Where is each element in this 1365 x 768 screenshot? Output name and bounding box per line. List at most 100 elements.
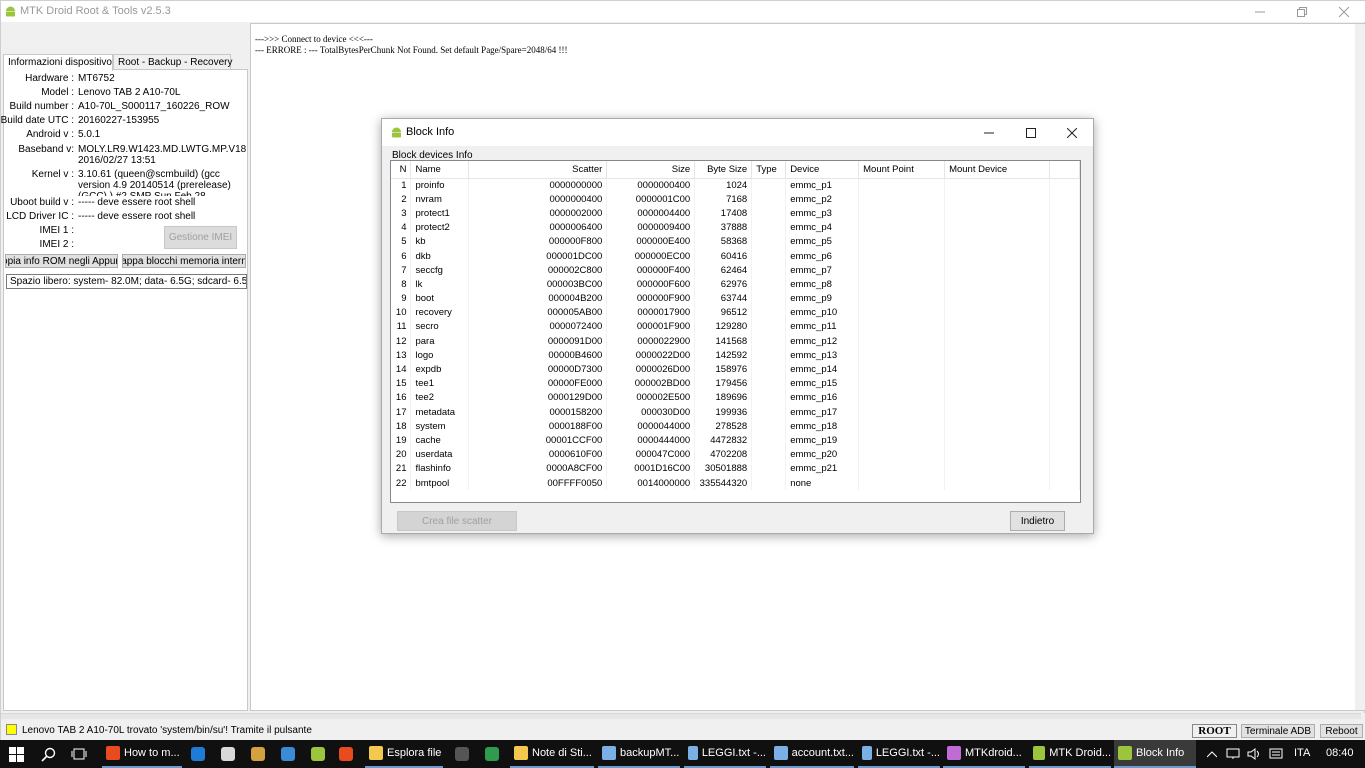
reboot-button[interactable]: Reboot [1320,724,1363,738]
taskbar-app[interactable]: backupMT... [598,740,680,768]
notification-icon[interactable] [1268,746,1284,762]
table-cell [858,348,946,363]
table-row[interactable]: 15 tee1 00000FE000 000002BD00 179456 emmc_p15 [391,376,1080,391]
col-header-mount-point[interactable]: Mount Point [858,161,946,179]
taskbar-app[interactable]: Block Info [1114,740,1196,768]
table-cell: 0000000400 [606,178,696,193]
tray-chevron-up-icon[interactable] [1204,746,1220,762]
maximize-button[interactable] [1281,1,1323,22]
table-row[interactable]: 13 logo 00000B4600 0000022D00 142592 emmc_p13 [391,348,1080,363]
free-space-field[interactable]: Spazio libero: system- 82.0M; data- 6.5G… [6,274,247,289]
col-header-size[interactable]: Size [606,161,696,179]
table-cell: 0000091D00 [468,334,608,349]
clock[interactable]: 08:40 [1326,747,1354,759]
back-button[interactable]: Indietro [1010,511,1065,531]
gestione-imei-button[interactable]: Gestione IMEI [164,226,237,249]
col-header-n[interactable]: N [391,161,412,179]
table-row[interactable]: 14 expdb 00000D7300 0000026D00 158976 emmc_p1… [391,362,1080,377]
tab-device-info[interactable]: Informazioni dispositivo [3,54,113,71]
minimize-button[interactable] [1239,1,1281,22]
table-cell: 0000026D00 [606,362,696,377]
table-cell: emmc_p5 [785,234,860,249]
log-scrollbar[interactable] [1355,24,1365,710]
table-cell: 000001DC00 [468,248,608,264]
task-view-icon[interactable] [71,746,87,762]
taskbar-app[interactable]: LEGGI.txt -... [858,740,940,768]
col-header-scatter[interactable]: Scatter [468,161,608,179]
terminal-adb-button[interactable]: Terminale ADB [1241,724,1315,738]
table-row[interactable]: 10 recovery 000005AB00 0000017900 96512 emmc_… [391,305,1080,320]
taskbar-app[interactable]: account.txt... [770,740,854,768]
table-row[interactable]: 22 bmtpool 00FFFF0050 0014000000 335544320 no… [391,475,1080,491]
edge-icon[interactable] [190,746,206,762]
horizontal-scrollbar[interactable] [1,713,1361,719]
dialog-close-button[interactable] [1051,119,1093,146]
create-scatter-button[interactable]: Crea file scatter [397,511,517,531]
windows-start-icon[interactable] [8,746,24,762]
media-icon[interactable] [250,746,266,762]
info-value: ----- deve essere root shell [78,197,196,208]
map-memory-blocks-button[interactable]: appa blocchi memoria intern [122,254,246,268]
dialog-maximize-button[interactable] [1010,119,1052,146]
tool-icon[interactable] [484,746,500,762]
taskbar-app-label: Esplora file [387,747,442,759]
table-row[interactable]: 21 flashinfo 0000A8CF00 0001D16C00 30501888 e… [391,461,1080,476]
table-cell [1049,362,1080,377]
taskbar-app[interactable]: Note di Sti... [510,740,594,768]
table-cell [858,178,946,193]
terminal-icon[interactable] [454,746,470,762]
col-header-byte-size[interactable]: Byte Size [694,161,753,179]
taskbar-app[interactable]: MTKdroid... [943,740,1025,768]
table-cell: 00FFFF0050 [468,475,608,491]
table-row[interactable]: 2 nvram 0000000400 0000001C00 7168 emmc_p2 [391,192,1080,207]
table-cell: emmc_p4 [785,220,860,235]
dialog-minimize-button[interactable] [968,119,1010,146]
taskbar-app[interactable]: Esplora file [365,740,443,768]
language-indicator[interactable]: ITA [1294,747,1310,759]
copy-rom-info-button[interactable]: opia info ROM negli Appun [5,254,118,268]
volume-icon[interactable] [1246,746,1262,762]
chrome-icon[interactable] [338,746,354,762]
table-row[interactable]: 3 protect1 0000002000 0000004400 17408 emmc_p… [391,206,1080,221]
table-row[interactable]: 4 protect2 0000006400 0000009400 37888 emmc_p… [391,220,1080,235]
taskbar-app-label: MTK Droid... [1049,747,1111,759]
table-row[interactable]: 11 secro 0000072400 000001F900 129280 emmc_p1… [391,319,1080,335]
search-icon[interactable] [40,746,56,762]
android-app-icon[interactable] [310,746,326,762]
table-row[interactable]: 6 dkb 000001DC00 000000EC00 60416 emmc_p6 [391,248,1080,264]
taskbar-app[interactable]: How to m... [102,740,182,768]
info-label: Baseband v: [18,144,74,155]
close-button[interactable] [1323,1,1365,22]
table-cell [858,220,946,235]
table-cell: emmc_p8 [785,277,860,292]
table-row[interactable]: 17 metadata 0000158200 000030D00 199936 emmc_… [391,405,1080,420]
block-devices-table[interactable]: N Name Scatter Size Byte Size Type Devic… [390,160,1081,503]
table-row[interactable]: 5 kb 000000F800 000000E400 58368 emmc_p5 [391,234,1080,249]
table-row[interactable]: 16 tee2 0000129D00 000002E500 189696 emmc_p16 [391,390,1080,405]
table-cell: 000000F800 [468,234,608,249]
table-row[interactable]: 19 cache 00001CCF00 0000444000 4472832 emmc_p… [391,433,1080,448]
table-cell [751,192,787,207]
mail-icon[interactable] [280,746,296,762]
network-icon[interactable] [1225,746,1241,762]
col-header-device[interactable]: Device [785,161,860,179]
table-row[interactable]: 20 userdata 0000610F00 000047C000 4702208 emm… [391,447,1080,462]
col-header-mount-device[interactable]: Mount Device [944,161,1050,179]
table-row[interactable]: 9 boot 000004B200 000000F900 63744 emmc_p9 [391,291,1080,306]
tab-root-backup-recovery[interactable]: Root - Backup - Recovery [113,54,233,70]
table-row[interactable]: 12 para 0000091D00 0000022900 141568 emmc_p12 [391,334,1080,349]
taskbar-app-label: backupMT... [620,747,680,759]
table-cell: 0000444000 [606,433,696,448]
col-header-type[interactable]: Type [751,161,787,179]
table-row[interactable]: 18 system 0000188F00 0000044000 278528 emmc_p… [391,419,1080,434]
table-cell: protect2 [410,220,470,235]
col-header-name[interactable]: Name [410,161,470,179]
table-cell [858,248,946,264]
taskbar-app[interactable]: MTK Droid... [1029,740,1111,768]
store-icon[interactable] [220,746,236,762]
table-row[interactable]: 7 seccfg 000002C800 000000F400 62464 emmc_p7 [391,263,1080,278]
table-cell [1049,305,1080,320]
table-row[interactable]: 8 lk 000003BC00 000000F600 62976 emmc_p8 [391,277,1080,292]
table-row[interactable]: 1 proinfo 0000000000 0000000400 1024 emmc_p1 [391,178,1080,193]
taskbar-app[interactable]: LEGGI.txt -... [684,740,766,768]
